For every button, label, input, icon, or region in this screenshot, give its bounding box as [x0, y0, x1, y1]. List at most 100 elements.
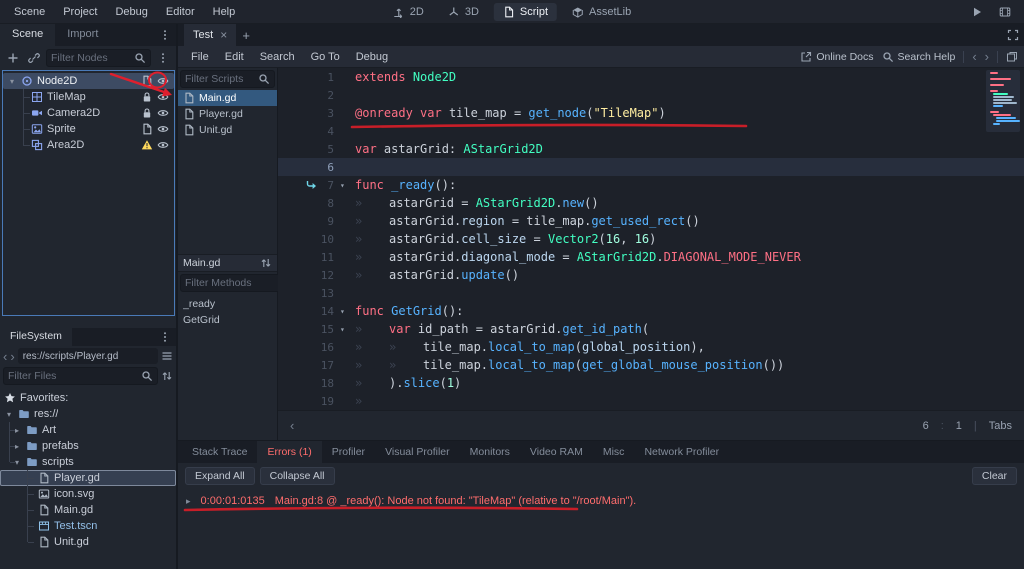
line-number[interactable]: 11 [278, 251, 340, 264]
panel-menu-icon[interactable] [159, 29, 171, 41]
scene-node-node2d[interactable]: ▾Node2D [3, 73, 174, 89]
filter-nodes-input[interactable] [51, 52, 130, 64]
workspace-2d[interactable]: 2D [384, 3, 433, 21]
menu-editor[interactable]: Editor [158, 3, 203, 21]
workspace-script[interactable]: Script [494, 3, 557, 21]
close-icon[interactable]: × [220, 29, 227, 41]
eye-icon[interactable] [157, 75, 169, 87]
code-minimap[interactable] [988, 72, 1018, 202]
code-line-9[interactable]: 9»astarGrid.region = tile_map.get_used_r… [278, 212, 1024, 230]
script-history-back-icon[interactable]: ‹ [972, 50, 976, 63]
code-line-19[interactable]: 19» [278, 392, 1024, 410]
expander-icon[interactable]: ▾ [4, 410, 14, 419]
code-line-17[interactable]: 17»»tile_map.local_to_map(get_global_mou… [278, 356, 1024, 374]
add-scene-tab-button[interactable]: + [236, 24, 256, 46]
code-editor[interactable]: 1extends Node2D 2 3@onready var tile_map =… [278, 68, 1024, 410]
line-number[interactable]: 16 [278, 341, 340, 354]
line-number[interactable]: 12 [278, 269, 340, 282]
menu-help[interactable]: Help [205, 3, 244, 21]
debugger-tab-errors-1-[interactable]: Errors (1) [257, 441, 321, 463]
search-help-button[interactable]: Search Help [882, 51, 956, 63]
expand-all-button[interactable]: Expand All [185, 467, 255, 485]
debugger-tab-stack-trace[interactable]: Stack Trace [182, 441, 257, 463]
scroll-left-icon[interactable]: ‹ [290, 419, 294, 432]
eye-icon[interactable] [157, 91, 169, 103]
make-floating-icon[interactable] [1006, 51, 1018, 63]
line-number[interactable]: 6 [278, 161, 340, 174]
line-number[interactable]: 18 [278, 377, 340, 390]
code-line-6[interactable]: 6 [278, 158, 1024, 176]
script-menu-edit[interactable]: Edit [218, 48, 251, 66]
eye-icon[interactable] [157, 123, 169, 135]
panel-menu-icon[interactable] [159, 331, 171, 343]
fold-icon[interactable]: ▾ [340, 325, 355, 334]
line-number[interactable]: 1 [278, 71, 340, 84]
fold-icon[interactable]: ▾ [340, 307, 355, 316]
line-number[interactable]: 14 [278, 305, 340, 318]
tab-import[interactable]: Import [55, 24, 110, 46]
method-item-getgrid[interactable]: GetGrid [178, 312, 277, 328]
line-number[interactable]: 5 [278, 143, 340, 156]
debugger-tab-network-profiler[interactable]: Network Profiler [634, 441, 729, 463]
workspace-assetlib[interactable]: AssetLib [563, 3, 640, 21]
warning-icon[interactable] [141, 139, 153, 151]
script-icon[interactable] [141, 75, 153, 87]
code-line-8[interactable]: 8»astarGrid = AStarGrid2D.new() [278, 194, 1024, 212]
tab-scene[interactable]: Scene [0, 24, 55, 46]
menu-project[interactable]: Project [55, 3, 105, 21]
eye-icon[interactable] [157, 107, 169, 119]
script-item-unit-gd[interactable]: Unit.gd [178, 122, 277, 138]
code-line-3[interactable]: 3@onready var tile_map = get_node("TileM… [278, 104, 1024, 122]
scene-tab-test[interactable]: Test× [184, 24, 236, 46]
script-menu-debug[interactable]: Debug [349, 48, 395, 66]
fs-forward-icon[interactable]: › [10, 350, 14, 363]
code-line-18[interactable]: 18»).slice(1) [278, 374, 1024, 392]
code-line-10[interactable]: 10»astarGrid.cell_size = Vector2(16, 16) [278, 230, 1024, 248]
code-line-4[interactable]: 4 [278, 122, 1024, 140]
workspace-3d[interactable]: 3D [439, 3, 488, 21]
line-number[interactable]: 4 [278, 125, 340, 138]
lock-icon[interactable] [141, 107, 153, 119]
sort-files-icon[interactable] [161, 370, 173, 382]
debugger-tab-misc[interactable]: Misc [593, 441, 635, 463]
script-history-forward-icon[interactable]: › [985, 50, 989, 63]
line-number[interactable]: 3 [278, 107, 340, 120]
add-node-button[interactable] [4, 49, 22, 67]
online-docs-button[interactable]: Online Docs [800, 51, 873, 63]
code-line-12[interactable]: 12»astarGrid.update() [278, 266, 1024, 284]
line-number[interactable]: 10 [278, 233, 340, 246]
script-icon[interactable] [141, 123, 153, 135]
expand-icon[interactable] [1007, 29, 1019, 41]
filter-scripts-input[interactable] [185, 73, 254, 85]
instance-scene-button[interactable] [25, 49, 43, 67]
code-line-1[interactable]: 1extends Node2D [278, 68, 1024, 86]
code-line-2[interactable]: 2 [278, 86, 1024, 104]
debugger-tab-monitors[interactable]: Monitors [460, 441, 520, 463]
code-line-13[interactable]: 13 [278, 284, 1024, 302]
fs-entry-res-[interactable]: ▾res:// [0, 406, 176, 422]
method-item-_ready[interactable]: _ready [178, 296, 277, 312]
current-script-header[interactable]: Main.gd [178, 254, 277, 272]
line-number[interactable]: 15 [278, 323, 340, 336]
line-number[interactable]: 2 [278, 89, 340, 102]
code-line-14[interactable]: 14▾func GetGrid(): [278, 302, 1024, 320]
code-line-5[interactable]: 5var astarGrid: AStarGrid2D [278, 140, 1024, 158]
fs-entry-prefabs[interactable]: ▸prefabs [0, 438, 176, 454]
line-number[interactable]: 8 [278, 197, 340, 210]
expander-icon[interactable]: ▾ [7, 77, 17, 86]
script-menu-file[interactable]: File [184, 48, 216, 66]
menu-debug[interactable]: Debug [107, 3, 155, 21]
movie-button[interactable] [996, 3, 1014, 21]
indent-type[interactable]: Tabs [989, 420, 1012, 432]
line-number[interactable]: 19 [278, 395, 340, 408]
filter-files-input[interactable] [8, 370, 137, 382]
script-item-player-gd[interactable]: Player.gd [178, 106, 277, 122]
fs-entry-favorites-[interactable]: Favorites: [0, 390, 176, 406]
fold-icon[interactable]: ▾ [340, 181, 355, 190]
fs-display-mode-icon[interactable] [161, 350, 173, 362]
line-number[interactable]: 13 [278, 287, 340, 300]
debugger-tab-visual-profiler[interactable]: Visual Profiler [375, 441, 460, 463]
fs-entry-art[interactable]: ▸Art [0, 422, 176, 438]
fs-back-icon[interactable]: ‹ [3, 350, 7, 363]
script-item-main-gd[interactable]: Main.gd [178, 90, 277, 106]
